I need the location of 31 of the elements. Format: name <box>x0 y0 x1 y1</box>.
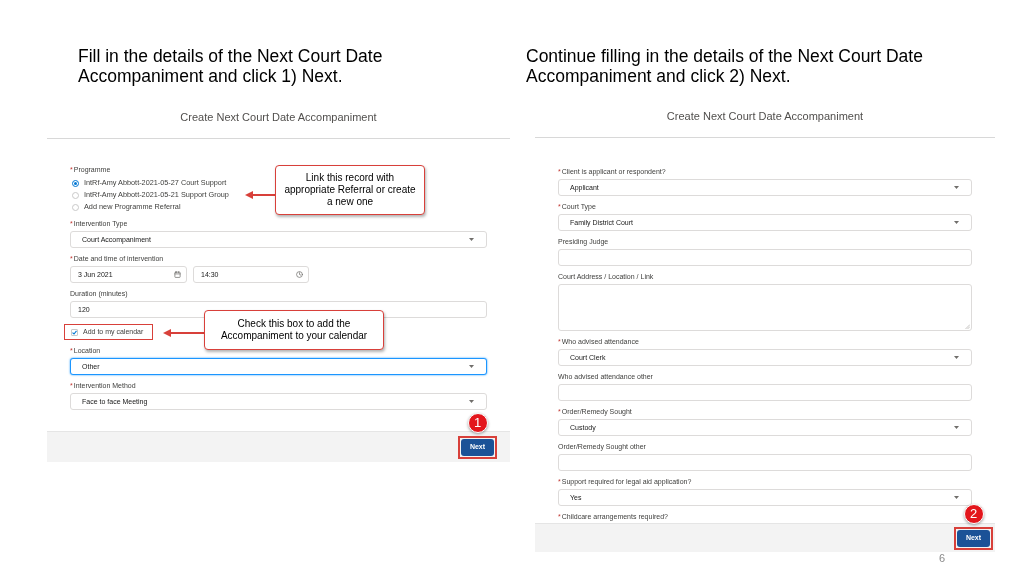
input-field[interactable] <box>558 384 972 401</box>
callout: Link this record with appropriate Referral or create a new one <box>275 165 425 215</box>
dialog-title: Create Next Court Date Accompaniment <box>180 110 377 124</box>
instruction-text: Fill in the details of the Next Court Date Accompaniment and click 1) Next. <box>78 46 384 86</box>
checkbox[interactable] <box>71 328 78 336</box>
caret-down-icon <box>954 426 959 429</box>
caret-down-icon <box>469 238 474 241</box>
radio-button[interactable] <box>72 203 79 211</box>
input-field[interactable] <box>558 249 972 266</box>
caret-down-icon <box>469 365 474 368</box>
input-field[interactable] <box>558 454 972 471</box>
step-badge: 2 <box>963 503 984 524</box>
textarea-field[interactable] <box>558 284 972 331</box>
radio-button[interactable] <box>72 191 79 199</box>
caret-down-icon <box>469 400 474 403</box>
caret-down-icon <box>954 221 959 224</box>
step-badge: 1 <box>467 412 488 433</box>
radio-button[interactable] <box>72 179 79 187</box>
callout-arrow <box>163 329 204 337</box>
resize-grip-icon <box>965 324 970 329</box>
callout: Check this box to add the Accompaniment to your calendar <box>204 310 384 350</box>
caret-down-icon <box>954 496 959 499</box>
caret-down-icon <box>954 186 959 189</box>
instruction-text: Continue filling in the details of the Next Court Date Accompaniment and click 2) Next. <box>526 46 924 86</box>
page-number: 6 <box>938 552 945 565</box>
callout-arrow <box>245 191 275 199</box>
clock-icon <box>296 271 303 278</box>
calendar-icon <box>174 271 181 278</box>
dialog-title: Create Next Court Date Accompaniment <box>666 109 864 123</box>
checkmark-icon <box>72 329 77 335</box>
caret-down-icon <box>954 356 959 359</box>
